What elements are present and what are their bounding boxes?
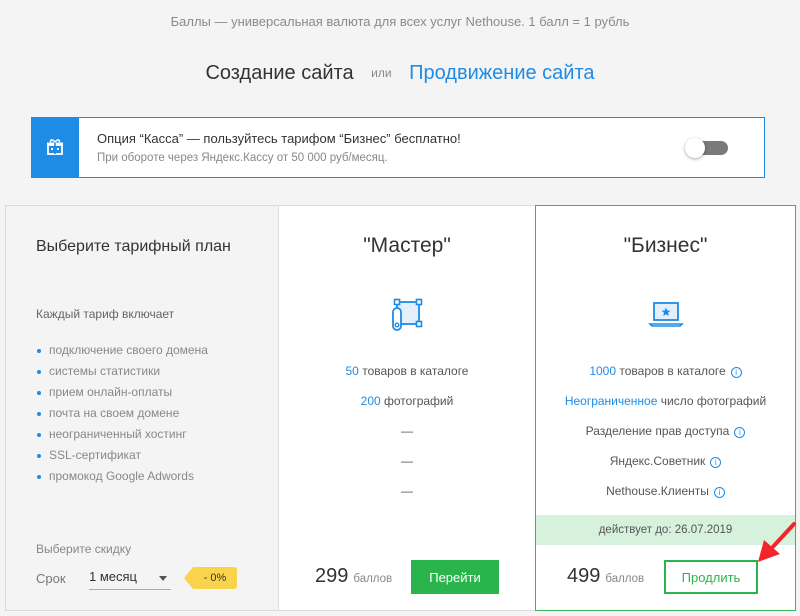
master-photos-count: 200	[360, 394, 381, 408]
business-clients: Nethouse.Клиенты i	[536, 484, 795, 498]
business-price-value: 499	[567, 565, 601, 587]
tab-site-creation[interactable]: Создание сайта	[205, 62, 353, 84]
plan-master: "Мастер" 50 товаров в каталоге 200 фотог…	[279, 205, 535, 611]
gift-icon	[47, 139, 63, 155]
business-advisor: Яндекс.Советник i	[536, 454, 795, 468]
term-select[interactable]: 1 месяц	[89, 566, 171, 590]
list-item: системы статистики	[36, 361, 208, 382]
laptop-star-icon	[647, 302, 684, 327]
plan-master-title: "Мастер"	[363, 234, 451, 257]
master-photos: 200 фотографий	[279, 394, 535, 408]
master-goods-text: товаров в каталоге	[362, 364, 469, 378]
list-item: подключение своего домена	[36, 340, 208, 361]
master-price-row: 299 баллов Перейти	[279, 560, 535, 594]
ruler-square-icon	[392, 298, 423, 331]
list-item: почта на своем домене	[36, 403, 208, 424]
plan-info-column: Выберите тарифный план Каждый тариф вклю…	[5, 205, 279, 611]
discount-label: Выберите скидку	[36, 542, 132, 556]
list-item: прием онлайн-оплаты	[36, 382, 208, 403]
business-goods: 1000 товаров в каталоге i	[536, 364, 795, 378]
term-row: Срок 1 месяц - 0%	[36, 566, 237, 590]
discount-badge: - 0%	[184, 567, 237, 589]
points-info-text: Баллы — универсальная валюта для всех ус…	[170, 14, 630, 29]
term-selected-value: 1 месяц	[89, 569, 137, 584]
master-price-unit: баллов	[353, 573, 393, 585]
master-photos-text: фотографий	[384, 394, 454, 408]
info-icon[interactable]: i	[713, 487, 725, 498]
master-goods-count: 50	[345, 364, 359, 378]
business-price: 499 баллов	[567, 565, 644, 588]
red-arrow-annotation	[758, 522, 796, 562]
list-item: SSL-сертификат	[36, 445, 208, 466]
business-access-text: Разделение прав доступа	[585, 424, 730, 438]
info-icon[interactable]: i	[730, 367, 742, 378]
list-item: неограниченный хостинг	[36, 424, 208, 445]
promo-title: Опция “Касса” — пользуйтесь тарифом “Биз…	[97, 131, 461, 146]
service-switcher: Создание сайта или Продвижение сайта	[0, 62, 800, 85]
business-photos: Неограниченное число фотографий	[536, 394, 795, 408]
or-separator: или	[371, 66, 392, 80]
business-access: Разделение прав доступа i	[536, 424, 795, 438]
business-price-unit: баллов	[605, 573, 645, 585]
choose-plan-heading: Выберите тарифный план	[36, 238, 231, 255]
business-photos-text: число фотографий	[660, 394, 767, 408]
business-clients-text: Nethouse.Клиенты	[606, 484, 709, 498]
business-advisor-text: Яндекс.Советник	[609, 454, 706, 468]
tab-site-promotion[interactable]: Продвижение сайта	[409, 62, 594, 84]
includes-label: Каждый тариф включает	[36, 307, 175, 321]
master-advisor-unavailable: —	[401, 454, 413, 468]
renew-button[interactable]: Продлить	[664, 560, 758, 594]
business-goods-text: товаров в каталоге	[619, 364, 726, 378]
plan-business-title: "Бизнес"	[623, 234, 708, 257]
master-access-unavailable: —	[401, 424, 413, 438]
go-button[interactable]: Перейти	[411, 560, 499, 594]
master-clients-unavailable: —	[401, 484, 413, 498]
info-icon[interactable]: i	[710, 457, 722, 468]
promo-subtitle: При обороте через Яндекс.Кассу от 50 000…	[97, 152, 388, 164]
gift-icon-box	[31, 116, 79, 178]
toggle-knob	[685, 137, 705, 158]
list-item: промокод Google Adwords	[36, 466, 208, 487]
chevron-down-icon	[159, 576, 167, 581]
master-goods: 50 товаров в каталоге	[279, 364, 535, 378]
term-label: Срок	[36, 570, 66, 586]
kassa-toggle[interactable]	[685, 137, 728, 158]
business-goods-count: 1000	[589, 364, 617, 378]
kassa-option-banner: Опция “Касса” — пользуйтесь тарифом “Биз…	[31, 116, 765, 178]
business-photos-count: Неограниченное	[564, 394, 658, 408]
included-features-list: подключение своего домена системы статис…	[36, 340, 208, 487]
master-price-value: 299	[315, 565, 349, 587]
master-price: 299 баллов	[315, 565, 392, 588]
info-icon[interactable]: i	[734, 427, 746, 438]
tariff-plans: Выберите тарифный план Каждый тариф вклю…	[5, 205, 796, 611]
